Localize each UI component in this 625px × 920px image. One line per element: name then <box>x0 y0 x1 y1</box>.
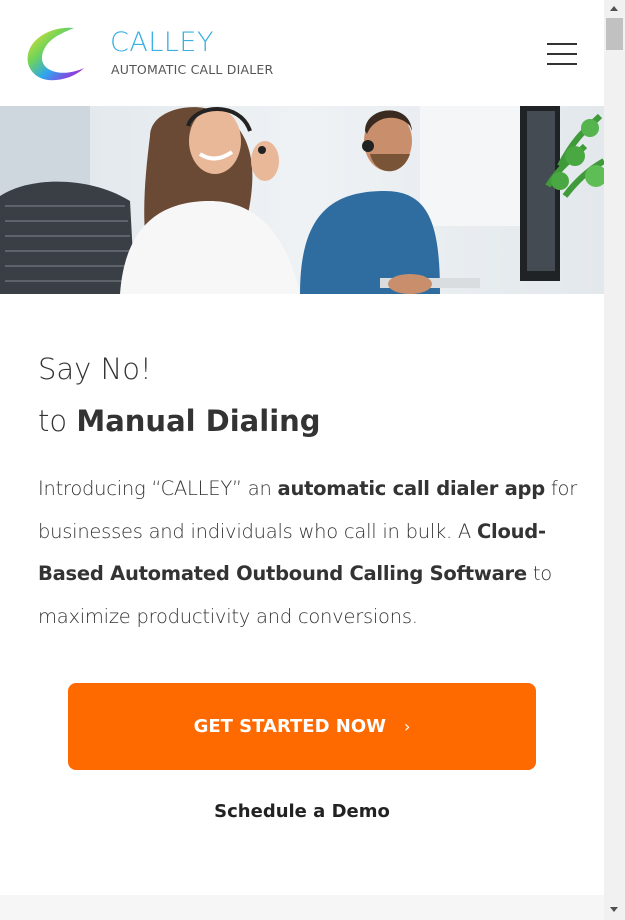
intro-text-1: Introducing “CALLEY” an <box>38 477 278 500</box>
calley-logo-icon[interactable] <box>24 24 88 84</box>
get-started-button[interactable]: GET STARTED NOW › <box>68 683 536 770</box>
intro-paragraph: Introducing “CALLEY” an automatic call d… <box>38 468 578 638</box>
intro-bold-1: automatic call dialer app <box>277 477 546 500</box>
headline-line1: Say No! <box>38 352 152 386</box>
headline-bold: Manual Dialing <box>76 404 321 438</box>
hamburger-menu-icon[interactable] <box>547 40 579 66</box>
next-section-strip <box>0 895 604 920</box>
hero-image <box>0 106 604 294</box>
scroll-up-arrow-icon[interactable] <box>610 6 618 11</box>
scroll-down-arrow-icon[interactable] <box>610 907 618 912</box>
scrollbar-track[interactable] <box>604 0 625 920</box>
headline-line2: to Manual Dialing <box>38 404 321 438</box>
site-header: CALLEY AUTOMATIC CALL DIALER <box>0 0 604 106</box>
call-center-agents-photo <box>0 106 604 294</box>
schedule-demo-link[interactable]: Schedule a Demo <box>0 801 604 822</box>
scrollbar-thumb[interactable] <box>606 18 623 50</box>
brand-tagline: AUTOMATIC CALL DIALER <box>111 62 274 77</box>
headline-prefix: to <box>38 404 77 438</box>
get-started-label: GET STARTED NOW <box>193 716 387 737</box>
brand-name[interactable]: CALLEY <box>110 27 214 58</box>
page: CALLEY AUTOMATIC CALL DIALER Say No! to … <box>0 0 604 920</box>
chevron-right-icon: › <box>404 717 411 736</box>
